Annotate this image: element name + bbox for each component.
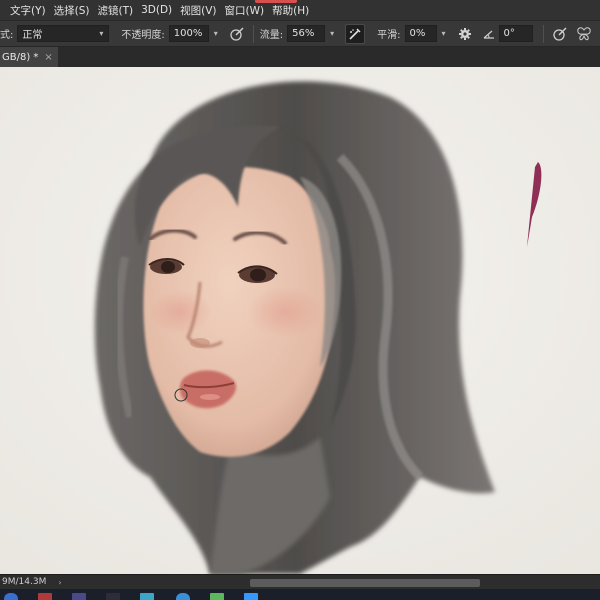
document-size: 9M/14.3M <box>2 577 47 587</box>
horizontal-scrollbar[interactable] <box>250 579 480 587</box>
document-tab[interactable]: GB/8) * × <box>0 47 58 67</box>
flow-label: 流量: <box>259 30 284 41</box>
taskbar-app-icon[interactable] <box>210 593 224 600</box>
smoothing-chevron-icon[interactable]: ▾ <box>437 25 451 42</box>
symmetry-butterfly-icon[interactable] <box>574 24 594 44</box>
brush-options-bar: 式: 正常 ▾ 不透明度: 100% ▾ 流量: 56% ▾ 平滑: 0% ▾ … <box>0 20 600 47</box>
opacity-value: 100% <box>173 28 203 39</box>
opacity-chevron-icon[interactable]: ▾ <box>209 25 223 42</box>
menu-select[interactable]: 选择(S) <box>50 3 94 18</box>
flow-field[interactable]: 56% <box>287 25 326 42</box>
menu-view[interactable]: 视图(V) <box>176 3 220 18</box>
digital-portrait-painting <box>0 67 600 574</box>
menu-filter[interactable]: 滤镜(T) <box>93 3 137 18</box>
separator <box>252 24 254 43</box>
canvas-area[interactable] <box>0 67 600 574</box>
menu-bar: 文字(Y) 选择(S) 滤镜(T) 3D(D) 视图(V) 窗口(W) 帮助(H… <box>0 0 600 20</box>
separator <box>542 24 544 43</box>
pressure-size-icon[interactable] <box>550 24 570 44</box>
menu-type[interactable]: 文字(Y) <box>6 3 50 18</box>
angle-value: 0° <box>503 28 515 39</box>
taskbar-app-icon[interactable] <box>176 593 190 600</box>
taskbar-app-icon[interactable] <box>38 593 52 600</box>
gear-icon[interactable] <box>455 24 475 44</box>
flow-chevron-icon[interactable]: ▾ <box>325 25 339 42</box>
window-accent-bar <box>255 0 297 3</box>
chevron-down-icon: ▾ <box>99 29 104 38</box>
pressure-opacity-icon[interactable] <box>227 24 247 44</box>
smoothing-label: 平滑: <box>377 30 401 41</box>
airbrush-icon[interactable] <box>345 23 366 44</box>
document-tab-bar: GB/8) * × <box>0 47 600 67</box>
menu-window[interactable]: 窗口(W) <box>221 3 269 18</box>
taskbar-app-icon[interactable] <box>140 593 154 600</box>
flow-value: 56% <box>292 28 315 39</box>
taskbar-app-icon[interactable] <box>72 593 86 600</box>
taskbar-app-icon[interactable] <box>106 593 120 600</box>
status-arrow-icon[interactable]: › <box>58 578 61 587</box>
angle-icon <box>479 24 499 44</box>
smoothing-field[interactable]: 0% <box>404 25 437 42</box>
menu-3d[interactable]: 3D(D) <box>137 4 176 16</box>
document-tab-title: GB/8) * <box>2 51 39 63</box>
close-icon[interactable]: × <box>44 52 52 63</box>
taskbar-app-icon[interactable] <box>244 593 258 600</box>
opacity-label: 不透明度: <box>121 30 165 41</box>
menu-help[interactable]: 帮助(H) <box>268 3 313 18</box>
start-icon[interactable] <box>4 593 18 600</box>
opacity-field[interactable]: 100% <box>168 25 209 42</box>
os-taskbar <box>0 589 600 600</box>
mode-select[interactable]: 正常 ▾ <box>17 25 110 42</box>
mode-value: 正常 <box>22 30 43 41</box>
mode-label: 式: <box>0 30 14 41</box>
status-bar: 9M/14.3M › <box>0 574 600 589</box>
angle-field[interactable]: 0° <box>498 25 533 42</box>
smoothing-value: 0% <box>409 28 426 39</box>
